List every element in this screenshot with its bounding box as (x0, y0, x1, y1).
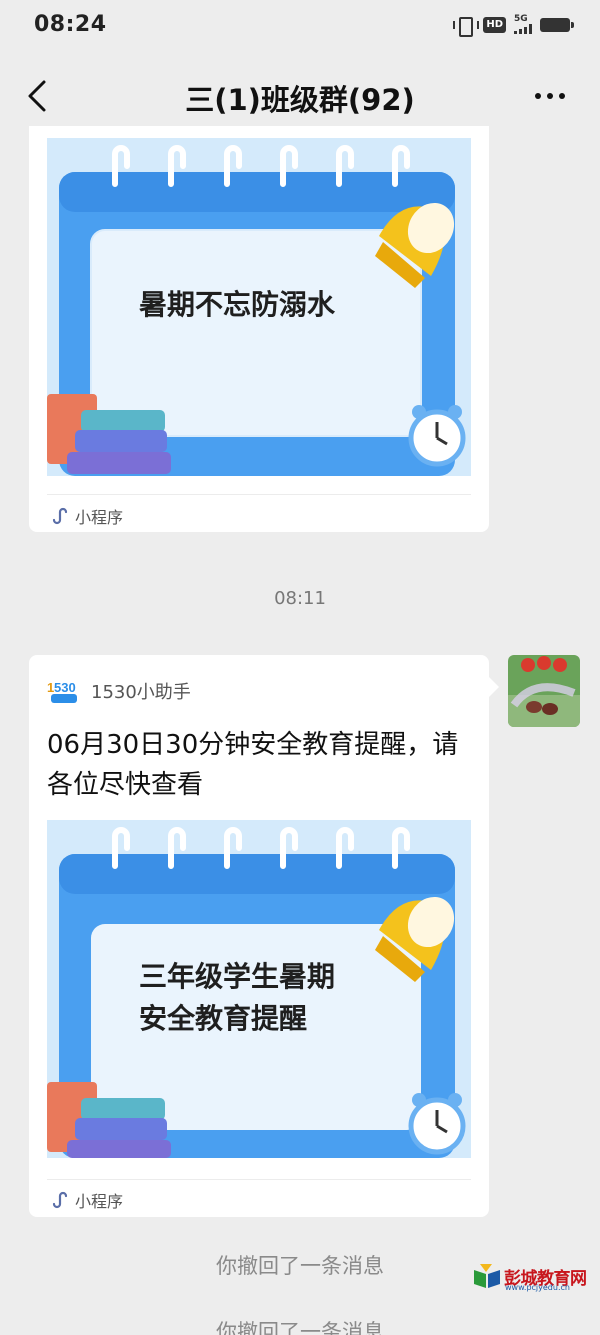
cover-text: 暑期不忘防溺水 (139, 288, 336, 321)
chat-title: 三(1)班级群(92) (185, 83, 415, 117)
card-cover-image: 暑期不忘防溺水 (47, 138, 471, 476)
book-logo-icon (474, 1264, 500, 1288)
more-icon (535, 93, 541, 99)
cover-text: 三年级学生暑期 安全教育提醒 (139, 960, 336, 1035)
mini-program-icon (52, 1191, 68, 1209)
network-type: 5G (514, 14, 528, 24)
card-sender: 1 530 1530小助手 (47, 678, 191, 704)
status-icons: HD 5G (453, 15, 574, 37)
divider (47, 1179, 471, 1180)
card-title: 06月30日30分钟安全教育提醒，请各位尽快查看 (47, 730, 459, 800)
clock-icon (408, 1093, 466, 1155)
mini-program-tag: 小程序 (49, 1188, 123, 1212)
card-cover-image: 三年级学生暑期 安全教育提醒 (47, 820, 471, 1158)
mini-program-tag: 小程序 (49, 504, 123, 528)
more-button[interactable] (522, 78, 578, 114)
sender-logo: 1 530 (47, 678, 81, 704)
mini-program-label: 小程序 (75, 1192, 124, 1211)
watermark-logo: 彭城教育网 www.pcjyedu.cn (472, 1262, 590, 1294)
clock-icon (408, 405, 466, 467)
mini-program-label: 小程序 (75, 508, 124, 527)
avatar[interactable] (508, 655, 580, 727)
battery-icon (540, 17, 574, 32)
svg-text:530: 530 (54, 680, 76, 695)
mini-program-card[interactable]: 1 530 1530小助手 06月30日30分钟安全教育提醒，请各位尽快查看 三… (29, 655, 499, 1217)
mini-program-icon (52, 507, 68, 525)
sender-name: 1530小助手 (91, 682, 191, 703)
vibrate-icon (453, 16, 480, 37)
watermark-url: www.pcjyedu.cn (505, 1283, 570, 1292)
mini-program-card[interactable]: 暑期不忘防溺水 小程序 (29, 126, 489, 532)
message-timestamp: 08:11 (274, 588, 326, 609)
system-notice: 你撤回了一条消息 (216, 1320, 384, 1335)
signal-icon: 5G (514, 15, 532, 34)
status-bar: 08:24 HD 5G (0, 0, 600, 52)
divider (47, 494, 471, 495)
status-time: 08:24 (34, 12, 107, 37)
hd-icon: HD (483, 16, 506, 33)
